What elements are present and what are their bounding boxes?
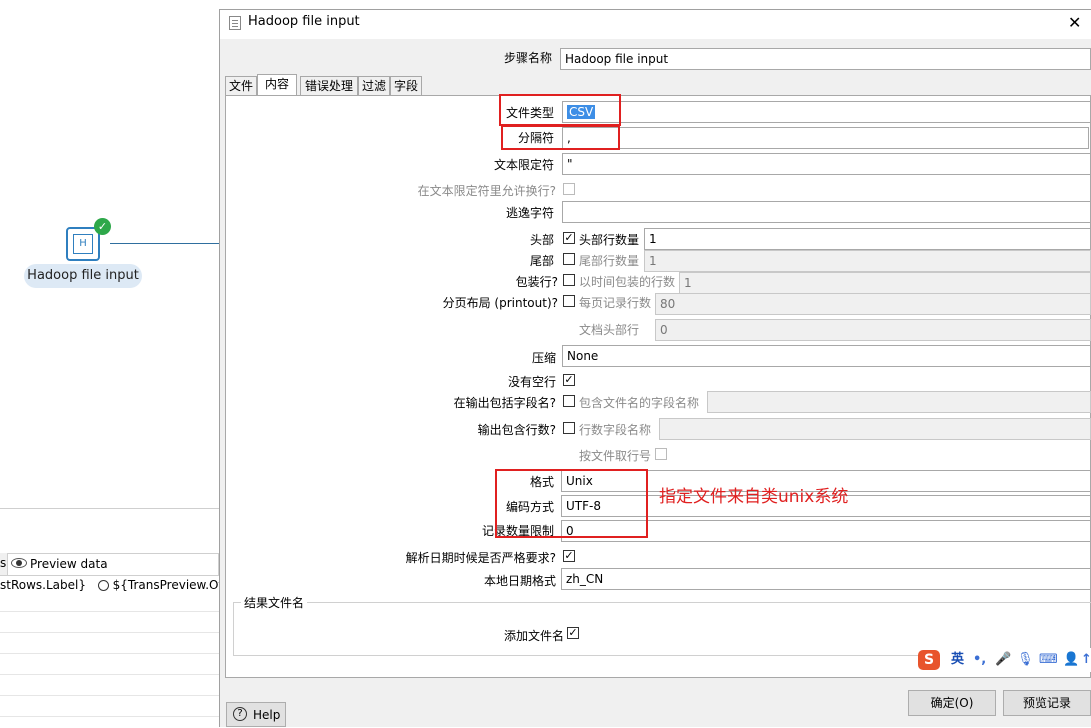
add-filename-checkbox[interactable]: ✓ — [567, 627, 579, 639]
radio-label-off: ${TransPreview.Off.L — [112, 578, 219, 592]
grid-line — [0, 674, 219, 675]
filename-field-label: 包含文件名的字段名称 — [579, 396, 700, 410]
doc-header-label: 文档头部行 — [579, 323, 640, 337]
tab-content[interactable]: 内容 — [257, 74, 297, 96]
tab-preview-data[interactable]: Preview data — [7, 553, 219, 575]
tab-error-handling[interactable]: 错误处理 — [300, 76, 358, 96]
lines-per-page-input[interactable]: 80 — [655, 293, 1091, 315]
no-empty-lines-label: 没有空行 — [507, 375, 556, 389]
wrapped-rows-input[interactable]: 1 — [679, 272, 1091, 294]
annotation-box-separator — [501, 125, 620, 150]
step-glyph: H — [73, 234, 93, 254]
paged-label: 分页布局 (printout)? — [442, 296, 558, 310]
annotation-text: 指定文件来自类unix系统 — [659, 487, 849, 507]
header-checkbox[interactable]: ✓ — [563, 232, 575, 244]
success-check-icon: ✓ — [94, 218, 111, 235]
result-filename-group-title: 结果文件名 — [241, 594, 308, 611]
user-icon[interactable]: 👤 — [1063, 648, 1079, 672]
footer-checkbox[interactable] — [563, 253, 575, 265]
file-type-select[interactable]: CSV — [562, 101, 1091, 123]
radio-label-first: stRows.Label} — [0, 578, 86, 592]
rownum-field-input[interactable] — [659, 418, 1091, 440]
hop-line — [110, 243, 219, 244]
footer-rows-label: 尾部行数量 — [579, 254, 640, 268]
preview-radio-row: stRows.Label} ${TransPreview.Off.L — [0, 578, 219, 596]
microphone-icon[interactable]: 🎤 — [995, 648, 1011, 672]
enclosure-label: 文本限定符 — [493, 158, 554, 172]
tab-file[interactable]: 文件 — [225, 76, 257, 96]
lenient-date-checkbox[interactable]: ✓ — [563, 550, 575, 562]
step-name-label: 步骤名称 — [503, 51, 552, 65]
enclosure-input[interactable]: " — [562, 153, 1091, 175]
annotation-box-format-encoding — [495, 469, 648, 538]
tab-filter[interactable]: 过滤 — [358, 76, 390, 96]
rownum-by-file-checkbox[interactable] — [655, 448, 667, 460]
lines-per-page-label: 每页记录行数 — [579, 296, 652, 310]
tab-fields[interactable]: 字段 — [390, 76, 422, 96]
wrapped-rows-label: 以时间包装的行数 — [579, 275, 676, 289]
rownum-field-label: 行数字段名称 — [579, 423, 652, 437]
step-label[interactable]: Hadoop file input — [24, 264, 142, 288]
keyboard-icon[interactable]: ⌨ — [1039, 648, 1058, 672]
allow-breaks-label: 在文本限定符里允许换行? — [417, 184, 556, 198]
dialog-title: Hadoop file input — [248, 14, 360, 29]
date-locale-label: 本地日期格式 — [483, 574, 556, 588]
doc-header-input[interactable]: 0 — [655, 319, 1091, 341]
include-rownum-checkbox[interactable] — [563, 422, 575, 434]
footer-rows-input[interactable]: 1 — [644, 250, 1091, 272]
upload-icon[interactable]: ↑ — [1081, 648, 1091, 672]
ok-button[interactable]: 确定(O) — [908, 690, 996, 716]
wrapped-checkbox[interactable] — [563, 274, 575, 286]
grid-line — [0, 611, 219, 612]
microphone-icon-2[interactable]: 🎙 — [1017, 648, 1034, 672]
allow-breaks-checkbox[interactable] — [563, 183, 575, 195]
hadoop-file-input-step-icon[interactable]: H — [66, 227, 100, 261]
help-icon: ? — [233, 707, 247, 721]
sogou-logo-icon[interactable]: S — [918, 650, 940, 670]
ime-toolbar[interactable]: S 英 •, 🎤 🎙 ⌨ 👤 ↑ — [918, 648, 1091, 672]
header-rows-label: 头部行数量 — [579, 233, 640, 247]
header-label: 头部 — [529, 233, 554, 247]
step-name-input[interactable]: Hadoop file input — [560, 48, 1091, 70]
content-panel — [225, 95, 1091, 678]
preview-records-button[interactable]: 预览记录 — [1003, 690, 1091, 716]
footer-label: 尾部 — [529, 254, 554, 268]
grid-line — [0, 653, 219, 654]
include-rownum-label: 输出包含行数? — [477, 423, 556, 437]
tab-fragment[interactable]: s — [0, 556, 6, 570]
compression-label: 压缩 — [531, 351, 556, 365]
escape-input[interactable] — [562, 201, 1091, 223]
ime-punct-toggle[interactable]: •, — [973, 648, 986, 672]
grid-line — [0, 716, 219, 717]
document-icon — [229, 16, 241, 30]
compression-select[interactable]: None — [562, 345, 1091, 367]
filename-field-input[interactable] — [707, 391, 1091, 413]
ime-lang-toggle[interactable]: 英 — [951, 648, 964, 672]
annotation-box-file-type — [499, 94, 621, 126]
escape-label: 逃逸字符 — [505, 206, 554, 220]
date-locale-select[interactable]: zh_CN — [561, 568, 1091, 590]
add-filename-label: 添加文件名 — [503, 629, 564, 643]
include-filename-checkbox[interactable] — [563, 395, 575, 407]
radio-off[interactable] — [97, 580, 109, 591]
grid-line — [0, 695, 219, 696]
grid-line — [0, 632, 219, 633]
eye-icon — [11, 558, 27, 568]
close-icon[interactable]: ✕ — [1068, 13, 1081, 32]
include-filename-label: 在输出包括字段名? — [453, 396, 556, 410]
lenient-date-label: 解析日期时候是否严格要求? — [405, 551, 556, 565]
separator-input[interactable]: , — [562, 127, 1089, 149]
rownum-by-file-label: 按文件取行号 — [579, 449, 652, 463]
no-empty-lines-checkbox[interactable]: ✓ — [563, 374, 575, 386]
wrapped-label: 包装行? — [515, 275, 558, 289]
paged-checkbox[interactable] — [563, 295, 575, 307]
header-rows-input[interactable]: 1 — [644, 228, 1091, 250]
